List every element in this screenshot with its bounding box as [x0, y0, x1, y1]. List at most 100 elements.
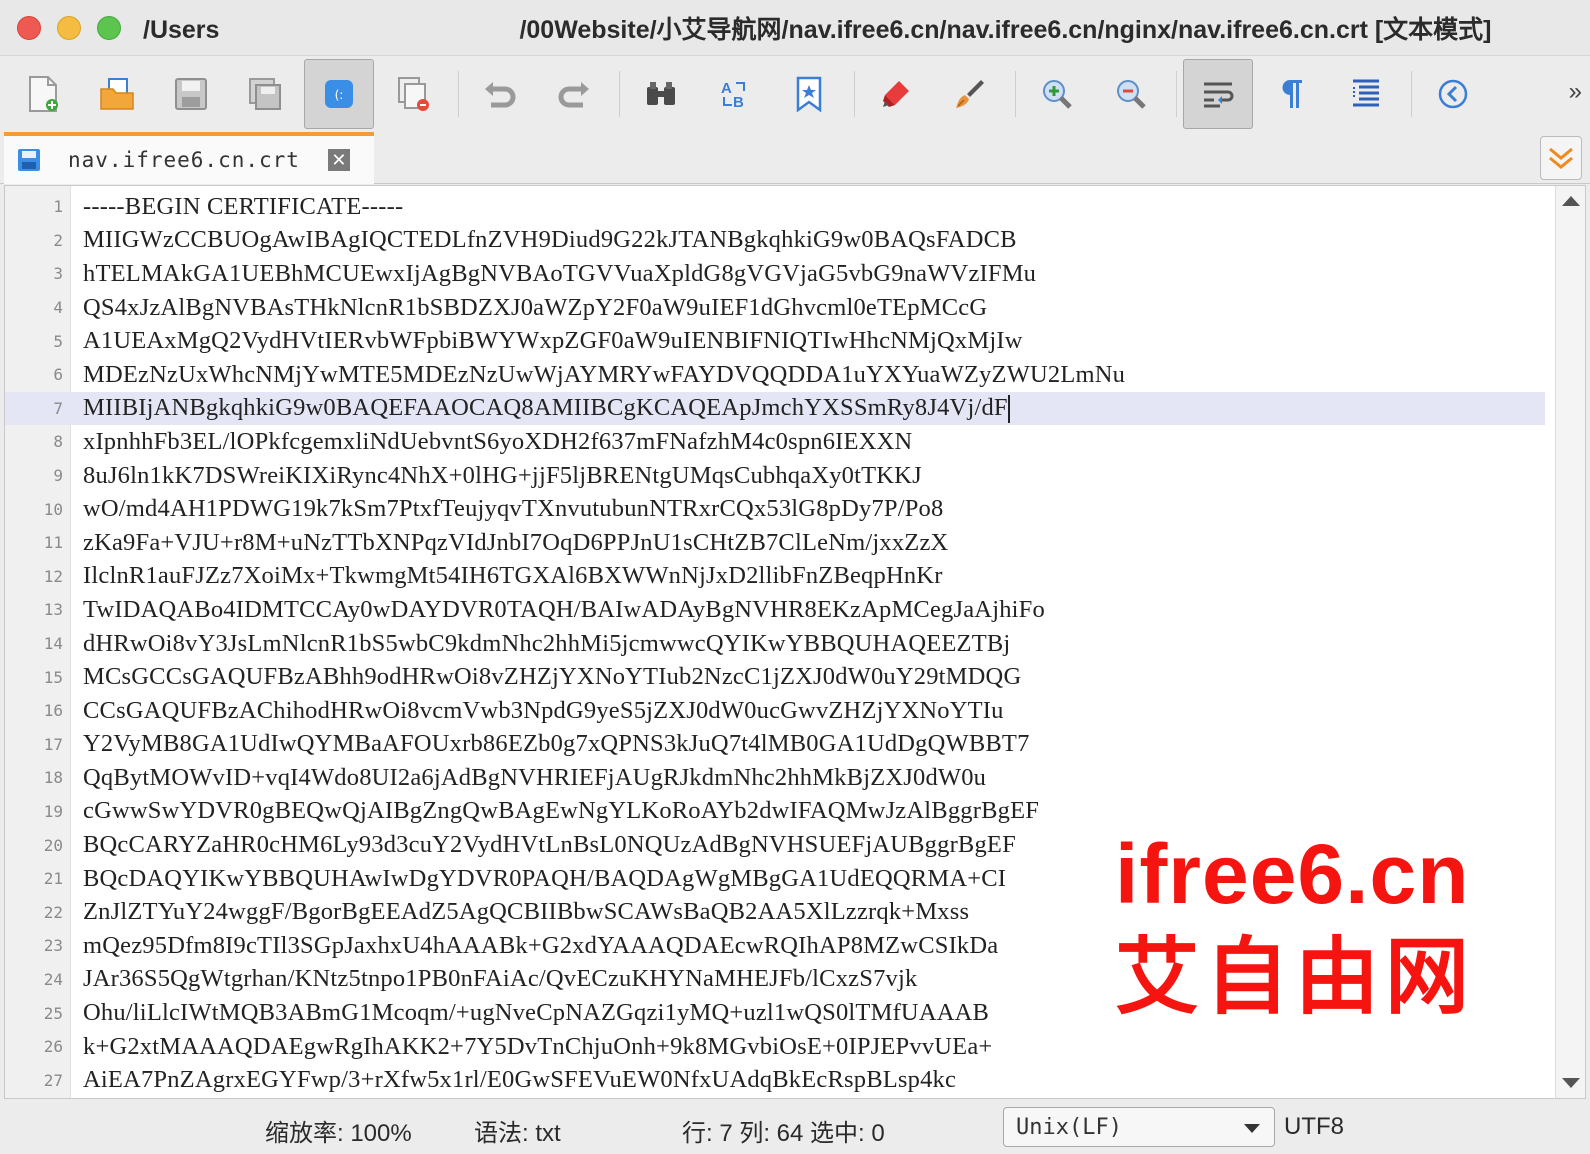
- replace-icon: AB: [721, 80, 745, 111]
- editor-line[interactable]: 25 Ohu/liLlcIWtMQB3ABmG1Mcoqm/+ugNveCpNAZ…: [5, 996, 1545, 1030]
- zoom-in-button[interactable]: [1022, 59, 1092, 129]
- editor-line[interactable]: 10 wO/md4AH1PDWG19k7kSm7PtxfTeujyqvTXnvut…: [5, 492, 1545, 526]
- line-text[interactable]: 8uJ6ln1kK7DSWreiKIXiRync4NhX+0lHG+jjF5lj…: [83, 462, 922, 490]
- save-all-icon: [249, 78, 281, 110]
- editor-line[interactable]: 13 TwIDAQABo4IDMTCCAy0wDAYDVR0TAQH/BAIwAD…: [5, 593, 1545, 627]
- window-title-left: /Users: [143, 15, 220, 44]
- line-number: 2: [53, 230, 63, 250]
- editor-line[interactable]: 24 JAr36S5QgWtgrhan/KNtz5tnpo1PB0nFAiAc/Q…: [5, 963, 1545, 997]
- vertical-scrollbar[interactable]: [1555, 186, 1585, 1098]
- editor-line[interactable]: 20 BQcCARYZaHR0cHM6Ly93d3cuY2VydHVtLnBsL0…: [5, 828, 1545, 862]
- line-text[interactable]: Ohu/liLlcIWtMQB3ABmG1Mcoqm/+ugNveCpNAZGq…: [83, 999, 989, 1027]
- bookmark-button[interactable]: [774, 59, 844, 129]
- line-text[interactable]: ZnJlZTYuY24wggF/BgorBgEEAdZ5AgQCBIIBbwSC…: [83, 898, 969, 926]
- tab-close-button[interactable]: ✕: [327, 149, 350, 171]
- editor-line[interactable]: 27 AiEA7PnZAgrxEGYFwp/3+rXfw5x1rl/E0GwSFE…: [5, 1063, 1545, 1097]
- editor-line[interactable]: 16 CCsGAQUFBzAChihodHRwOi8vcmVwb3NpdG9yeS…: [5, 694, 1545, 728]
- editor-line[interactable]: 14 dHRwOi8vY3JsLmNlcnR1bS5wbC9kdmNhc2hhMi…: [5, 627, 1545, 661]
- encoding-status[interactable]: UTF8: [1284, 1113, 1344, 1141]
- scroll-up-arrow-icon[interactable]: [1562, 196, 1580, 206]
- editor-line[interactable]: 2 MIIGWzCCBUOgAwIBAgIQCTEDLfnZVH9Diud9G22…: [5, 224, 1545, 258]
- close-file-button[interactable]: [378, 59, 448, 129]
- line-text[interactable]: QqBytMOWvID+vqI4Wdo8UI2a6jAdBgNVHRIEFjAU…: [83, 764, 986, 792]
- line-text[interactable]: QS4xJzAlBgNVBAsTHkNlcnR1bSBDZXJ0aWZpY2F0…: [83, 294, 987, 322]
- line-text[interactable]: BQcCARYZaHR0cHM6Ly93d3cuY2VydHVtLnBsL0NQ…: [83, 831, 1016, 859]
- line-text[interactable]: zKa9Fa+VJU+r8M+uNzTTbXNPqzVIdJnbI7OqD6PP…: [83, 529, 948, 557]
- editor-line[interactable]: 22 ZnJlZTYuY24wggF/BgorBgEEAdZ5AgQCBIIBbw…: [5, 895, 1545, 929]
- line-text[interactable]: k+G2xtMAAAQDAEgwRgIhAKK2+7Y5DvTnChjuOnh+…: [83, 1033, 992, 1061]
- save-all-button[interactable]: [230, 59, 300, 129]
- editor-lines: 1 -----BEGIN CERTIFICATE----- 2 MIIGWzCCBUO…: [5, 190, 1545, 1097]
- pilcrow-icon: [1282, 80, 1302, 108]
- editor-line[interactable]: 5 A1UEAxMgQ2VydHVtIERvbWFpbiBWYWxpZGF0aW9…: [5, 324, 1545, 358]
- line-ending-select[interactable]: Unix(LF): [1003, 1107, 1275, 1147]
- show-symbols-button[interactable]: [1257, 59, 1327, 129]
- line-text[interactable]: A1UEAxMgQ2VydHVtIERvbWFpbiBWYWxpZGF0aW9u…: [83, 327, 1023, 355]
- open-folder-icon: [100, 78, 134, 110]
- tab-list-button[interactable]: [1540, 136, 1582, 180]
- editor-line[interactable]: 1 -----BEGIN CERTIFICATE-----: [5, 190, 1545, 224]
- toolbar-separator: [1176, 71, 1177, 117]
- replace-button[interactable]: AB: [700, 59, 770, 129]
- back-button[interactable]: [1418, 59, 1488, 129]
- undo-button[interactable]: [465, 59, 535, 129]
- editor-line[interactable]: 12 IlclnR1auFJZz7XoiMx+TkwmgMt54IH6TGXAl6…: [5, 560, 1545, 594]
- line-number: 15: [43, 667, 63, 687]
- editor-line[interactable]: 7 MIIBIjANBgkqhkiG9w0BAQEFAAOCAQ8AMIIBCgK…: [5, 391, 1545, 426]
- status-bar: 缩放率: 100% 语法: txt 行: 7 列: 64 选中: 0 Unix(…: [0, 1099, 1590, 1154]
- editor-line[interactable]: 11 zKa9Fa+VJU+r8M+uNzTTbXNPqzVIdJnbI7OqD6…: [5, 526, 1545, 560]
- editor-line[interactable]: 3 hTELMAkGA1UEBhMCUEwxIjAgBgNVBAoTGVVuaXp…: [5, 257, 1545, 291]
- editor-line[interactable]: 4 QS4xJzAlBgNVBAsTHkNlcnR1bSBDZXJ0aWZpY2F…: [5, 291, 1545, 325]
- editor-line[interactable]: 19 cGwwSwYDVR0gBEQwQjAIBgZngQwBAgEwNgYLKo…: [5, 795, 1545, 829]
- editor-line[interactable]: 9 8uJ6ln1kK7DSWreiKIXiRync4NhX+0lHG+jjF5l…: [5, 459, 1545, 493]
- line-number: 4: [53, 298, 63, 318]
- open-file-button[interactable]: [82, 59, 152, 129]
- text-editor[interactable]: 1 -----BEGIN CERTIFICATE----- 2 MIIGWzCCBUO…: [4, 185, 1586, 1099]
- editor-line[interactable]: 17 Y2VyMB8GA1UdIwQYMBaAFOUxrb86EZb0g7xQPN…: [5, 728, 1545, 762]
- line-text[interactable]: MDEzNzUxWhcNMjYwMTE5MDEzNzUwWjAYMRYwFAYD…: [83, 361, 1125, 389]
- line-text[interactable]: MIIGWzCCBUOgAwIBAgIQCTEDLfnZVH9Diud9G22k…: [83, 226, 1017, 254]
- clear-highlight-button[interactable]: [935, 59, 1005, 129]
- word-wrap-button[interactable]: [1183, 59, 1253, 129]
- editor-line[interactable]: 26 k+G2xtMAAAQDAEgwRgIhAKK2+7Y5DvTnChjuOn…: [5, 1030, 1545, 1064]
- editor-line[interactable]: 6 MDEzNzUxWhcNMjYwMTE5MDEzNzUwWjAYMRYwFAY…: [5, 358, 1545, 392]
- save-button[interactable]: [156, 59, 226, 129]
- line-text[interactable]: MCsGCCsGAQUFBzABhh9odHRwOi8vZHZjYXNoYTIu…: [83, 663, 1021, 691]
- monitor-changes-button[interactable]: (:: [304, 59, 374, 129]
- line-text[interactable]: wO/md4AH1PDWG19k7kSm7PtxfTeujyqvTXnvutub…: [83, 495, 943, 523]
- line-text[interactable]: JAr36S5QgWtgrhan/KNtz5tnpo1PB0nFAiAc/QvE…: [83, 965, 917, 993]
- zoom-out-button[interactable]: [1096, 59, 1166, 129]
- minimize-window-button[interactable]: [57, 15, 81, 40]
- editor-line[interactable]: 23 mQez95Dfm8I9cTIl3SGpJaxhxU4hAAABk+G2xd…: [5, 929, 1545, 963]
- line-text[interactable]: TwIDAQABo4IDMTCCAy0wDAYDVR0TAQH/BAIwADAy…: [83, 596, 1045, 624]
- line-text[interactable]: dHRwOi8vY3JsLmNlcnR1bS5wbC9kdmNhc2hhMi5j…: [83, 630, 1010, 658]
- line-text[interactable]: BQcDAQYIKwYBBQUHAwIwDgYDVR0PAQH/BAQDAgWg…: [83, 865, 1006, 893]
- line-text[interactable]: CCsGAQUFBzAChihodHRwOi8vcmVwb3NpdG9yeS5j…: [83, 697, 1004, 725]
- indent-guide-button[interactable]: [1331, 59, 1401, 129]
- syntax-status[interactable]: 语法: txt: [474, 1113, 561, 1148]
- redo-button[interactable]: [539, 59, 609, 129]
- line-number: 3: [53, 264, 63, 284]
- new-file-button[interactable]: [8, 59, 78, 129]
- line-number: 11: [43, 533, 63, 553]
- tab-file[interactable]: nav.ifree6.cn.crt ✕: [4, 132, 374, 184]
- editor-line[interactable]: 15 MCsGCCsGAQUFBzABhh9odHRwOi8vZHZjYXNoYT…: [5, 660, 1545, 694]
- toolbar-overflow-button[interactable]: »: [1569, 78, 1582, 106]
- close-window-button[interactable]: [17, 15, 41, 40]
- line-text[interactable]: xIpnhhFb3EL/lOPkfcgemxliNdUebvntS6yoXDH2…: [83, 428, 912, 456]
- line-text[interactable]: AiEA7PnZAgrxEGYFwp/3+rXfw5x1rl/E0GwSFEVu…: [83, 1066, 956, 1094]
- line-text[interactable]: Y2VyMB8GA1UdIwQYMBaAFOUxrb86EZb0g7xQPNS3…: [83, 730, 1030, 758]
- find-button[interactable]: [626, 59, 696, 129]
- line-text[interactable]: -----BEGIN CERTIFICATE-----: [83, 193, 403, 221]
- highlight-button[interactable]: [861, 59, 931, 129]
- scroll-down-arrow-icon[interactable]: [1562, 1078, 1580, 1088]
- editor-line[interactable]: 8 xIpnhhFb3EL/lOPkfcgemxliNdUebvntS6yoXDH…: [5, 425, 1545, 459]
- maximize-window-button[interactable]: [97, 15, 121, 40]
- editor-line[interactable]: 21 BQcDAQYIKwYBBQUHAwIwDgYDVR0PAQH/BAQDAg…: [5, 862, 1545, 896]
- line-text[interactable]: mQez95Dfm8I9cTIl3SGpJaxhxU4hAAABk+G2xdYA…: [83, 932, 998, 960]
- editor-line[interactable]: 18 QqBytMOWvID+vqI4Wdo8UI2a6jAdBgNVHRIEFj…: [5, 761, 1545, 795]
- line-text[interactable]: IlclnR1auFJZz7XoiMx+TkwmgMt54IH6TGXAl6BX…: [83, 562, 943, 590]
- line-text[interactable]: hTELMAkGA1UEBhMCUEwxIjAgBgNVBAoTGVVuaXpl…: [83, 260, 1036, 288]
- line-text[interactable]: MIIBIjANBgkqhkiG9w0BAQEFAAOCAQ8AMIIBCgKC…: [83, 394, 1010, 424]
- line-text[interactable]: cGwwSwYDVR0gBEQwQjAIBgZngQwBAgEwNgYLKoRo…: [83, 797, 1039, 825]
